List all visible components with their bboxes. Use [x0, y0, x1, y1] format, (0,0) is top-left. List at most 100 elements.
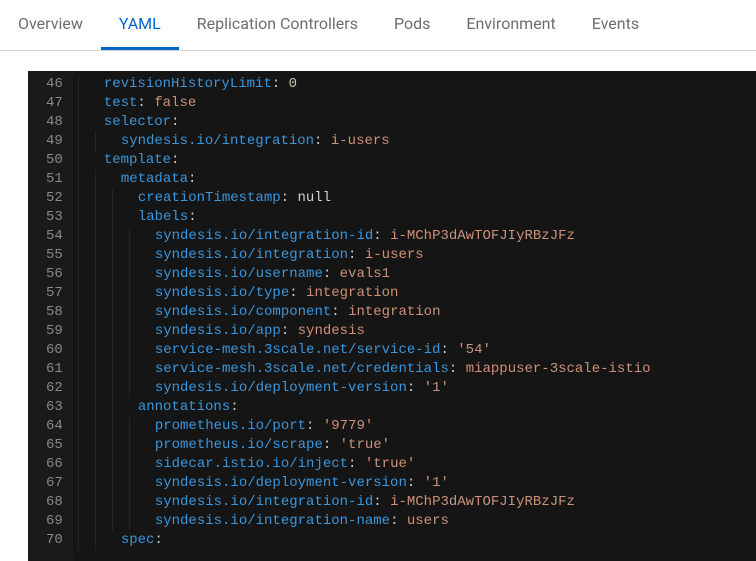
code-line[interactable]: syndesis.io/integration-id: i-MChP3dAwTO… [87, 227, 651, 246]
yaml-value: i-MChP3dAwTOFJIyRBzJFz [390, 227, 575, 246]
yaml-key: syndesis.io/integration-id [155, 493, 373, 512]
yaml-key: prometheus.io/scrape [155, 436, 323, 455]
yaml-editor[interactable]: 4647484950515253545556575859606162636465… [28, 71, 756, 561]
line-number: 69 [46, 512, 63, 531]
yaml-key: annotations [138, 398, 230, 417]
yaml-value: '1' [424, 379, 449, 398]
line-number: 58 [46, 303, 63, 322]
line-number: 47 [46, 94, 63, 113]
tab-events[interactable]: Events [574, 0, 657, 50]
code-line[interactable]: syndesis.io/integration: i-users [87, 132, 651, 151]
code-line[interactable]: syndesis.io/component: integration [87, 303, 651, 322]
code-line[interactable]: prometheus.io/port: '9779' [87, 417, 651, 436]
code-line[interactable]: service-mesh.3scale.net/service-id: '54' [87, 341, 651, 360]
yaml-value: null [297, 189, 331, 208]
code-line[interactable]: syndesis.io/integration-name: users [87, 512, 651, 531]
yaml-key: prometheus.io/port [155, 417, 306, 436]
tab-overview[interactable]: Overview [0, 0, 101, 50]
line-number: 49 [46, 132, 63, 151]
code-line[interactable]: syndesis.io/app: syndesis [87, 322, 651, 341]
yaml-key: syndesis.io/deployment-version [155, 379, 407, 398]
tab-yaml[interactable]: YAML [101, 0, 179, 50]
code-line[interactable]: creationTimestamp: null [87, 189, 651, 208]
yaml-key: creationTimestamp [138, 189, 281, 208]
line-number: 66 [46, 455, 63, 474]
line-number: 55 [46, 246, 63, 265]
yaml-key: syndesis.io/integration [121, 132, 314, 151]
yaml-value: users [407, 512, 449, 531]
line-number: 70 [46, 531, 63, 550]
yaml-key: test [104, 94, 138, 113]
tabs-bar: Overview YAML Replication Controllers Po… [0, 0, 756, 51]
yaml-key: labels [138, 208, 188, 227]
code-line[interactable]: metadata: [87, 170, 651, 189]
line-number: 57 [46, 284, 63, 303]
code-line[interactable]: selector: [87, 113, 651, 132]
yaml-key: syndesis.io/integration-id [155, 227, 373, 246]
yaml-value: integration [348, 303, 440, 322]
line-number: 53 [46, 208, 63, 227]
line-number: 50 [46, 151, 63, 170]
yaml-value: false [154, 94, 196, 113]
yaml-value: i-users [331, 132, 390, 151]
line-number: 56 [46, 265, 63, 284]
yaml-value: i-users [365, 246, 424, 265]
code-line[interactable]: sidecar.istio.io/inject: 'true' [87, 455, 651, 474]
yaml-key: syndesis.io/type [155, 284, 289, 303]
code-line[interactable]: prometheus.io/scrape: 'true' [87, 436, 651, 455]
yaml-key: syndesis.io/integration [155, 246, 348, 265]
code-line[interactable]: revisionHistoryLimit: 0 [87, 75, 651, 94]
yaml-value: 'true' [340, 436, 390, 455]
code-line[interactable]: service-mesh.3scale.net/credentials: mia… [87, 360, 651, 379]
yaml-value: i-MChP3dAwTOFJIyRBzJFz [390, 493, 575, 512]
line-number: 61 [46, 360, 63, 379]
line-number: 60 [46, 341, 63, 360]
code-line[interactable]: labels: [87, 208, 651, 227]
code-body[interactable]: revisionHistoryLimit: 0test: falseselect… [73, 71, 665, 561]
code-line[interactable]: syndesis.io/integration: i-users [87, 246, 651, 265]
yaml-key: service-mesh.3scale.net/credentials [155, 360, 449, 379]
line-number: 62 [46, 379, 63, 398]
code-line[interactable]: syndesis.io/username: evals1 [87, 265, 651, 284]
code-line[interactable]: test: false [87, 94, 651, 113]
yaml-key: template [104, 151, 171, 170]
line-number: 54 [46, 227, 63, 246]
yaml-key: syndesis.io/deployment-version [155, 474, 407, 493]
tab-pods[interactable]: Pods [376, 0, 448, 50]
line-gutter: 4647484950515253545556575859606162636465… [28, 71, 73, 561]
line-number: 63 [46, 398, 63, 417]
yaml-value: evals1 [340, 265, 390, 284]
line-number: 68 [46, 493, 63, 512]
tab-environment[interactable]: Environment [448, 0, 573, 50]
yaml-value: syndesis [298, 322, 365, 341]
line-number: 64 [46, 417, 63, 436]
yaml-key: revisionHistoryLimit [104, 75, 272, 94]
yaml-key: syndesis.io/integration-name [155, 512, 390, 531]
yaml-key: syndesis.io/component [155, 303, 331, 322]
yaml-value: '1' [424, 474, 449, 493]
tab-replication-controllers[interactable]: Replication Controllers [179, 0, 376, 50]
line-number: 67 [46, 474, 63, 493]
yaml-key: selector [104, 113, 171, 132]
line-number: 51 [46, 170, 63, 189]
code-line[interactable]: spec: [87, 531, 651, 550]
line-number: 65 [46, 436, 63, 455]
yaml-value: integration [306, 284, 398, 303]
yaml-value: miappuser-3scale-istio [466, 360, 651, 379]
code-line[interactable]: syndesis.io/deployment-version: '1' [87, 379, 651, 398]
code-line[interactable]: syndesis.io/type: integration [87, 284, 651, 303]
yaml-value: 0 [289, 75, 297, 94]
line-number: 48 [46, 113, 63, 132]
line-number: 46 [46, 75, 63, 94]
yaml-key: spec [121, 531, 155, 550]
yaml-value: '9779' [323, 417, 373, 436]
code-line[interactable]: template: [87, 151, 651, 170]
code-line[interactable]: syndesis.io/integration-id: i-MChP3dAwTO… [87, 493, 651, 512]
yaml-key: sidecar.istio.io/inject [155, 455, 348, 474]
yaml-key: metadata [121, 170, 188, 189]
code-line[interactable]: annotations: [87, 398, 651, 417]
yaml-value: '54' [457, 341, 491, 360]
line-number: 52 [46, 189, 63, 208]
code-line[interactable]: syndesis.io/deployment-version: '1' [87, 474, 651, 493]
yaml-key: syndesis.io/app [155, 322, 281, 341]
